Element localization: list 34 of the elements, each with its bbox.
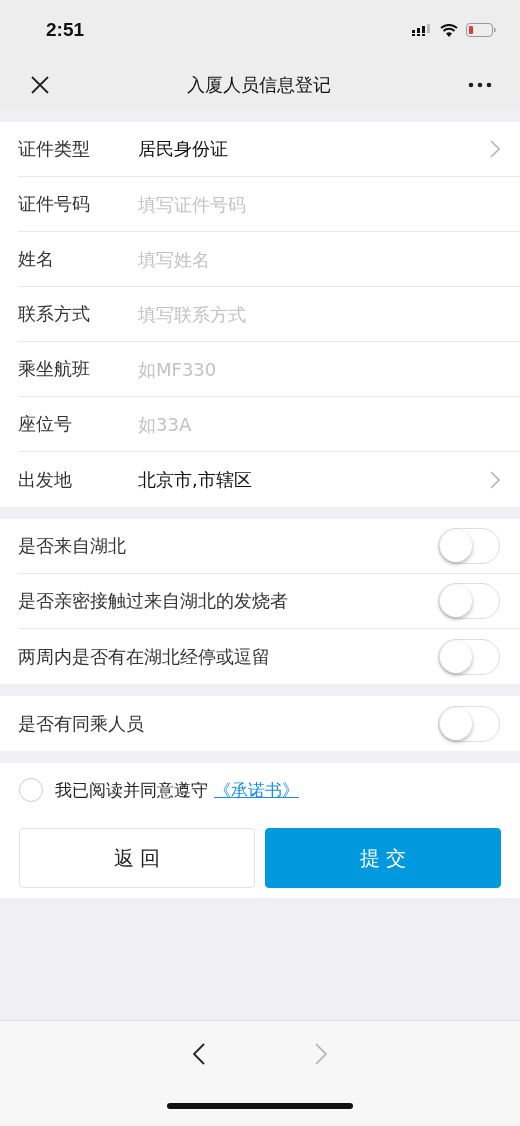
input-field[interactable]: 填写证件号码 (138, 193, 500, 215)
field-label: 证件类型 (18, 137, 91, 161)
close-icon[interactable] (30, 75, 50, 95)
field-label: 出发地 (18, 467, 73, 492)
toggle-label: 两周内是否有在湖北经停或逗留 (18, 644, 271, 669)
status-time: 2:51 (46, 19, 85, 41)
input-field[interactable]: 填写联系方式 (138, 303, 500, 325)
toggle-label: 是否有同乘人员 (18, 711, 145, 736)
more-icon[interactable] (468, 82, 492, 88)
toggle-label: 是否亲密接触过来自湖北的发烧者 (18, 589, 289, 613)
chevron-right-icon[interactable] (490, 470, 500, 489)
select-value[interactable]: 居民身份证 (138, 137, 482, 161)
toggle-switch[interactable] (438, 583, 500, 619)
page-title: 入厦人员信息登记 (187, 73, 331, 97)
toggle-switch[interactable] (438, 705, 500, 742)
signal-icon (412, 24, 432, 36)
input-field[interactable]: 如MF330 (138, 358, 500, 380)
field-label: 证件号码 (18, 192, 91, 216)
battery-icon (466, 23, 496, 37)
field-label: 乘坐航班 (18, 357, 91, 381)
agreement-text: 我已阅读并同意遵守 (55, 778, 208, 802)
input-field[interactable]: 如33A (138, 413, 500, 435)
field-label: 姓名 (18, 247, 55, 271)
field-label: 联系方式 (18, 302, 91, 326)
chevron-right-icon[interactable] (490, 140, 500, 158)
pledge-link[interactable]: 《承诺书》 (214, 778, 299, 802)
back-button[interactable]: 返 回 (19, 828, 255, 888)
wifi-icon (440, 23, 458, 37)
toggle-switch[interactable] (438, 638, 500, 675)
toggle-switch[interactable] (438, 528, 500, 564)
toggle-label: 是否来自湖北 (18, 534, 127, 558)
input-field[interactable]: 填写姓名 (138, 248, 500, 270)
field-label: 座位号 (18, 412, 73, 436)
select-value[interactable]: 北京市,市辖区 (138, 467, 482, 492)
